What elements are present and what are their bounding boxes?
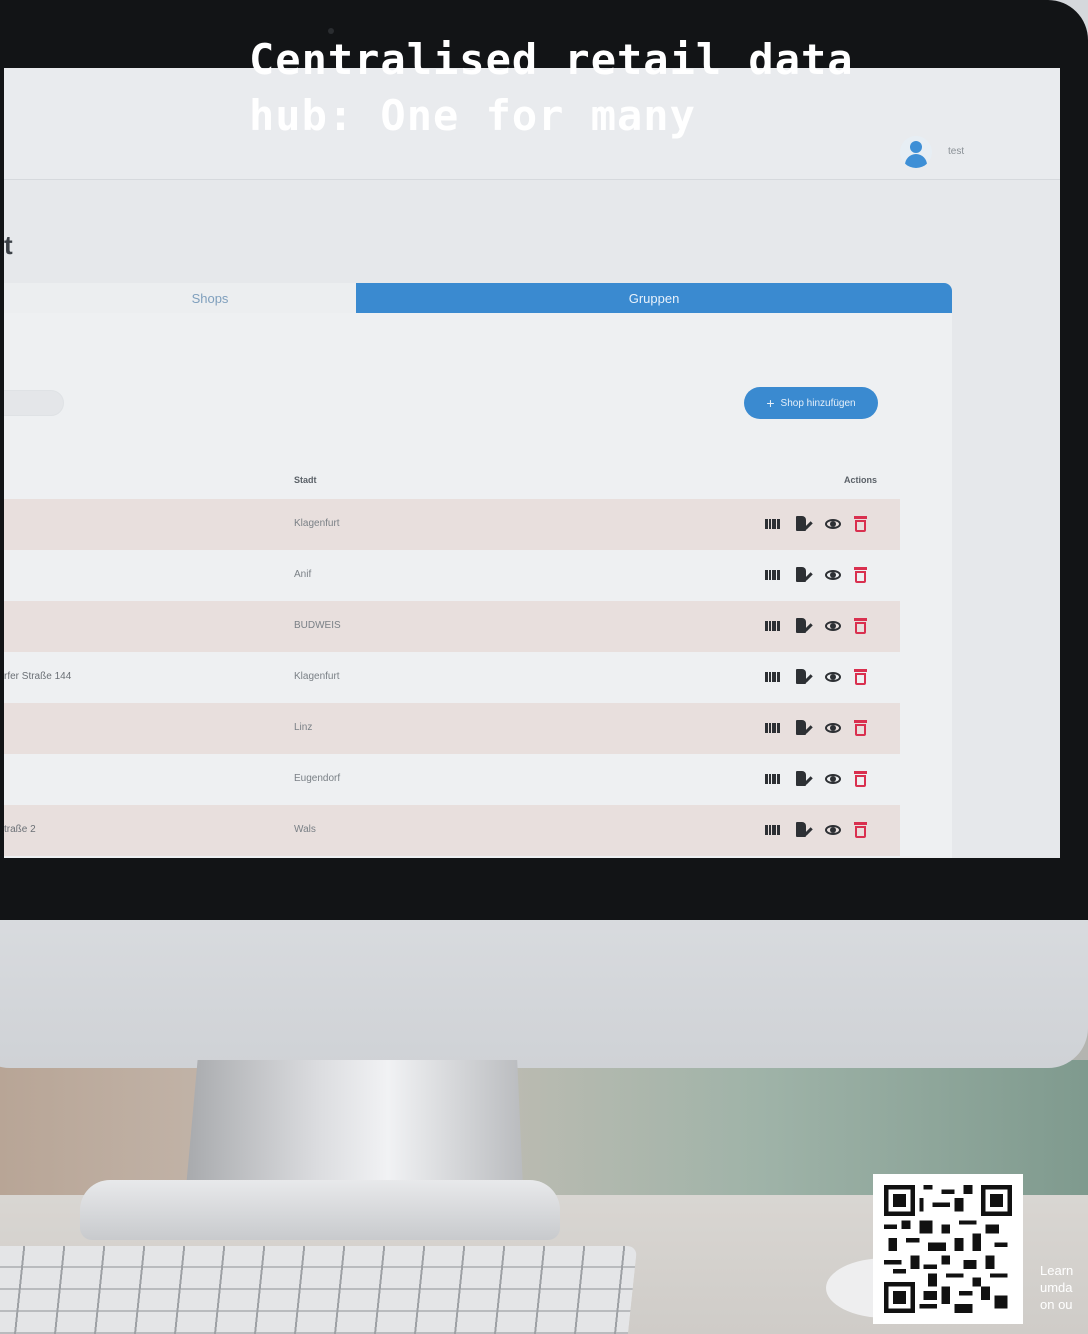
row-actions (764, 617, 884, 635)
monitor: test t Shops Gruppen + Shop hinzufügen S… (0, 0, 1088, 1068)
cell-street: rfer Straße 144 (4, 671, 72, 682)
barcode-icon[interactable] (764, 617, 782, 635)
qr-code[interactable] (873, 1174, 1023, 1324)
barcode-icon[interactable] (764, 821, 782, 839)
cell-city: Klagenfurt (294, 518, 340, 529)
view-icon[interactable] (824, 515, 842, 533)
monitor-stand-base (80, 1180, 560, 1240)
table-row[interactable]: Eugendorf (4, 754, 900, 805)
headline-line-2: hub: One for many (249, 91, 696, 140)
tab-shops[interactable]: Shops (4, 283, 356, 313)
delete-icon[interactable] (852, 821, 870, 839)
view-icon[interactable] (824, 566, 842, 584)
qr-caption-line: umda (1040, 1280, 1073, 1295)
cell-city: Wals (294, 824, 316, 835)
headline-line-1: Centralised retail data (249, 35, 854, 84)
edit-icon[interactable] (794, 770, 813, 788)
search-input[interactable] (4, 390, 64, 416)
barcode-icon[interactable] (764, 668, 782, 686)
row-actions (764, 719, 884, 737)
tab-gruppen[interactable]: Gruppen (356, 283, 952, 313)
table-row[interactable]: rfer Straße 144 Klagenfurt (4, 652, 900, 703)
delete-icon[interactable] (852, 566, 870, 584)
qr-caption: Learn umda on ou (1040, 1262, 1088, 1313)
headline: Centralised retail data hub: One for man… (249, 32, 969, 144)
row-actions (764, 566, 884, 584)
delete-icon[interactable] (852, 617, 870, 635)
cell-street: traße 2 (4, 824, 36, 835)
column-header-stadt[interactable]: Stadt (294, 475, 317, 485)
edit-icon[interactable] (794, 668, 813, 686)
shops-table: Klagenfurt Anif BUDWEIS rfer Straße 144 … (4, 499, 900, 856)
barcode-icon[interactable] (764, 719, 782, 737)
keyboard (0, 1246, 638, 1334)
delete-icon[interactable] (852, 719, 870, 737)
qr-caption-line: Learn (1040, 1263, 1074, 1278)
row-actions (764, 770, 884, 788)
page-title: t (4, 230, 13, 260)
table-row[interactable]: Klagenfurt (4, 499, 900, 550)
delete-icon[interactable] (852, 770, 870, 788)
edit-icon[interactable] (794, 566, 813, 584)
table-row[interactable]: traße 2 Wals (4, 805, 900, 856)
view-icon[interactable] (824, 617, 842, 635)
edit-icon[interactable] (794, 515, 813, 533)
view-icon[interactable] (824, 821, 842, 839)
app-screen: test t Shops Gruppen + Shop hinzufügen S… (4, 68, 1060, 858)
user-name[interactable]: test (948, 146, 964, 157)
view-icon[interactable] (824, 770, 842, 788)
cell-city: Klagenfurt (294, 671, 340, 682)
add-shop-label: Shop hinzufügen (780, 397, 856, 409)
edit-icon[interactable] (794, 821, 813, 839)
table-row[interactable]: Linz (4, 703, 900, 754)
cell-city: Linz (294, 722, 313, 733)
qr-code-icon (884, 1185, 1012, 1313)
barcode-icon[interactable] (764, 515, 782, 533)
view-icon[interactable] (824, 719, 842, 737)
plus-icon: + (766, 395, 775, 411)
row-actions (764, 668, 884, 686)
barcode-icon[interactable] (764, 566, 782, 584)
add-shop-button[interactable]: + Shop hinzufügen (744, 387, 878, 419)
table-row[interactable]: Anif (4, 550, 900, 601)
qr-caption-line: on ou (1040, 1297, 1073, 1312)
shops-panel: + Shop hinzufügen Stadt Actions Klagenfu… (4, 313, 952, 858)
cell-city: Anif (294, 569, 312, 580)
tab-bar: Shops Gruppen (4, 283, 952, 313)
view-icon[interactable] (824, 668, 842, 686)
cell-city: BUDWEIS (294, 620, 341, 631)
delete-icon[interactable] (852, 668, 870, 686)
column-header-actions: Actions (844, 475, 878, 485)
edit-icon[interactable] (794, 719, 813, 737)
row-actions (764, 821, 884, 839)
edit-icon[interactable] (794, 617, 813, 635)
row-actions (764, 515, 884, 533)
barcode-icon[interactable] (764, 770, 782, 788)
delete-icon[interactable] (852, 515, 870, 533)
cell-city: Eugendorf (294, 773, 341, 784)
table-row[interactable]: BUDWEIS (4, 601, 900, 652)
